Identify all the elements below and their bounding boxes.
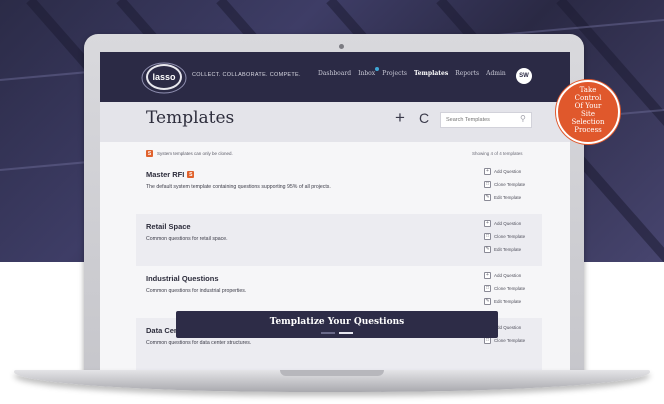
add-question-button[interactable]: +Add Question [484,272,525,279]
search-icon[interactable]: ⚲ [520,114,526,123]
nav-reports[interactable]: Reports [455,70,479,77]
nav-inbox-label: Inbox [358,70,376,77]
nav-projects[interactable]: Projects [382,70,407,77]
template-row[interactable]: Retail Space Common questions for retail… [136,214,542,266]
search-input[interactable] [440,112,532,128]
edit-icon: ✎ [484,194,491,201]
template-title[interactable]: Industrial Questions [146,274,219,283]
template-title[interactable]: Data Cen [146,326,179,335]
action-label: Edit Template [494,195,522,200]
add-template-button[interactable]: + [392,108,408,128]
system-badge-icon: S [146,150,153,157]
banner-text: Templatize Your Questions [269,317,405,327]
refresh-button[interactable]: C [416,108,432,128]
slide-dot-2[interactable] [339,332,353,334]
add-question-button[interactable]: +Add Question [484,168,525,175]
action-label: Add Question [494,221,522,226]
slide-indicator [321,332,353,334]
add-question-icon: + [484,168,491,175]
template-row[interactable]: Master RFI S The default system template… [136,162,542,214]
camera-icon [339,44,344,49]
template-name: Industrial Questions [146,274,219,283]
promo-banner[interactable]: Templatize Your Questions [176,311,498,338]
main-nav: Dashboard Inbox Projects Templates Repor… [318,67,506,77]
action-label: Add Question [494,169,522,174]
template-description: Common questions for data center structu… [146,340,252,346]
promo-text: Take Control Of Your Site Selection Proc… [571,86,605,134]
action-label: Clone Template [494,182,526,187]
add-question-button[interactable]: +Add Question [484,220,525,227]
edit-icon: ✎ [484,246,491,253]
system-badge-icon: S [187,171,195,178]
clone-template-button[interactable]: □ Clone Template [484,285,525,292]
template-description: The default system template containing q… [146,184,331,190]
template-actions: + Add Question □ Clone Template ✎ Edit Temp… [484,168,525,201]
slide-dot-1[interactable] [321,332,335,334]
action-label: Edit Template [494,299,522,304]
clone-template-button[interactable]: □ Clone Template [484,181,525,188]
edit-template-button[interactable]: ✎ Edit Template [484,298,525,305]
result-count: Showing 4 of 4 templates [472,151,523,156]
action-label: Clone Template [494,234,526,239]
nav-templates[interactable]: Templates [414,70,448,77]
template-description: Common questions for retail space. [146,236,228,242]
template-name: Master RFI [146,170,185,179]
system-notice: S System templates can only be cloned. [146,150,233,157]
template-name: Retail Space [146,222,191,231]
clone-icon: □ [484,233,491,240]
template-title[interactable]: Master RFI S [146,170,195,179]
clone-template-button[interactable]: □ Clone Template [484,337,525,344]
clone-template-button[interactable]: □ Clone Template [484,233,525,240]
template-description: Common questions for industrial properti… [146,288,247,294]
add-question-icon: + [484,220,491,227]
tagline: COLLECT. COLLABORATE. COMPETE. [192,72,301,78]
template-title[interactable]: Retail Space [146,222,191,231]
clone-icon: □ [484,285,491,292]
edit-icon: ✎ [484,298,491,305]
template-actions: + Add Question □ Clone Template ✎ Edit Temp… [484,272,525,305]
action-label: Add Question [494,325,522,330]
page-title: Templates [146,108,235,128]
action-label: Add Question [494,273,522,278]
edit-template-button[interactable]: ✎ Edit Template [484,246,525,253]
notice-text: System templates can only be cloned. [157,151,233,156]
action-label: Clone Template [494,338,526,343]
nav-admin[interactable]: Admin [486,70,506,77]
clone-icon: □ [484,181,491,188]
template-name: Data Cen [146,326,179,335]
app-header: lasso COLLECT. COLLABORATE. COMPETE. Das… [100,52,570,102]
nav-inbox[interactable]: Inbox [358,67,380,77]
clone-icon: □ [484,337,491,344]
laptop-notch [280,370,384,376]
nav-dashboard[interactable]: Dashboard [318,70,351,77]
template-actions: + Add Question □ Clone Template ✎ Edit Temp… [484,220,525,253]
action-label: Edit Template [494,247,522,252]
logo[interactable]: lasso [146,64,182,90]
user-avatar[interactable]: SW [516,68,532,84]
action-label: Clone Template [494,286,526,291]
edit-template-button[interactable]: ✎ Edit Template [484,194,525,201]
add-question-icon: + [484,272,491,279]
notification-dot-icon [375,67,380,71]
